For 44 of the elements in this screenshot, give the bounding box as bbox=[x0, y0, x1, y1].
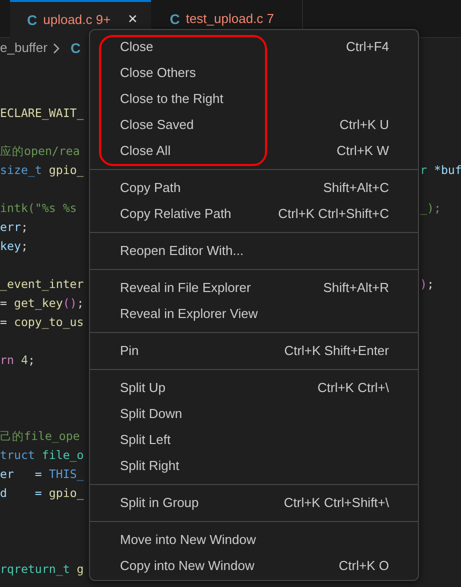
code-line: rn 4; bbox=[0, 353, 35, 367]
code-line: rqreturn_t g bbox=[0, 562, 84, 576]
menu-item[interactable]: Close All Ctrl+K W bbox=[90, 138, 418, 164]
menu-item[interactable]: Split Right bbox=[90, 453, 418, 479]
code-line: intk("%s %s bbox=[0, 201, 77, 215]
code-line: = copy_to_us bbox=[0, 315, 84, 329]
menu-item[interactable]: Reveal in Explorer View bbox=[90, 301, 418, 327]
menu-item[interactable]: Reveal in File Explorer Shift+Alt+R bbox=[90, 275, 418, 301]
editor-tab[interactable]: C upload.c 9+ × bbox=[10, 0, 151, 38]
code-line: d = gpio_ bbox=[0, 486, 84, 500]
code-line: = get_key(); bbox=[0, 296, 84, 310]
menu-item[interactable]: Move into New Window bbox=[90, 527, 418, 553]
code-line: key; bbox=[0, 239, 28, 253]
menu-item[interactable]: Close Saved Ctrl+K U bbox=[90, 112, 418, 138]
c-file-icon: C bbox=[70, 38, 81, 58]
menu-item[interactable]: Reopen Editor With... bbox=[90, 238, 418, 264]
close-icon[interactable]: × bbox=[122, 8, 143, 32]
code-line: r *buf bbox=[420, 162, 461, 179]
menu-item[interactable]: Copy into New Window Ctrl+K O bbox=[90, 553, 418, 579]
menu-item[interactable]: Close to the Right bbox=[90, 86, 418, 112]
code-line: 己的file_ope bbox=[0, 429, 80, 443]
c-file-icon: C bbox=[27, 10, 38, 30]
breadcrumb-item[interactable]: e_buffer bbox=[0, 38, 48, 58]
tab-label: upload.c 9+ bbox=[43, 11, 111, 30]
code-line: ); bbox=[420, 276, 434, 293]
menu-item[interactable]: Split Left bbox=[90, 427, 418, 453]
chevron-right-icon bbox=[53, 42, 60, 54]
menu-item[interactable]: Split in Group Ctrl+K Ctrl+Shift+\ bbox=[90, 490, 418, 516]
menu-item[interactable]: Split Down bbox=[90, 401, 418, 427]
menu-item[interactable]: Pin Ctrl+K Shift+Enter bbox=[90, 338, 418, 364]
tab-label: test_upload.c 7 bbox=[186, 10, 274, 28]
code-line: er = THIS_ bbox=[0, 467, 84, 481]
code-line: truct file_o bbox=[0, 448, 84, 462]
menu-item[interactable]: Split Up Ctrl+K Ctrl+\ bbox=[90, 375, 418, 401]
code-line: ECLARE_WAIT_ bbox=[0, 106, 84, 120]
code-line: size_t gpio_ bbox=[0, 163, 84, 177]
code-line: _); bbox=[420, 200, 441, 217]
menu-item[interactable]: Close Others bbox=[90, 60, 418, 86]
code-line: _event_inter bbox=[0, 277, 84, 291]
code-line: err; bbox=[0, 220, 28, 234]
c-file-icon: C bbox=[170, 8, 180, 30]
menu-item[interactable]: Copy Path Shift+Alt+C bbox=[90, 175, 418, 201]
code-line: 应的open/rea bbox=[0, 144, 80, 158]
menu-item[interactable]: Copy Relative Path Ctrl+K Ctrl+Shift+C bbox=[90, 201, 418, 227]
